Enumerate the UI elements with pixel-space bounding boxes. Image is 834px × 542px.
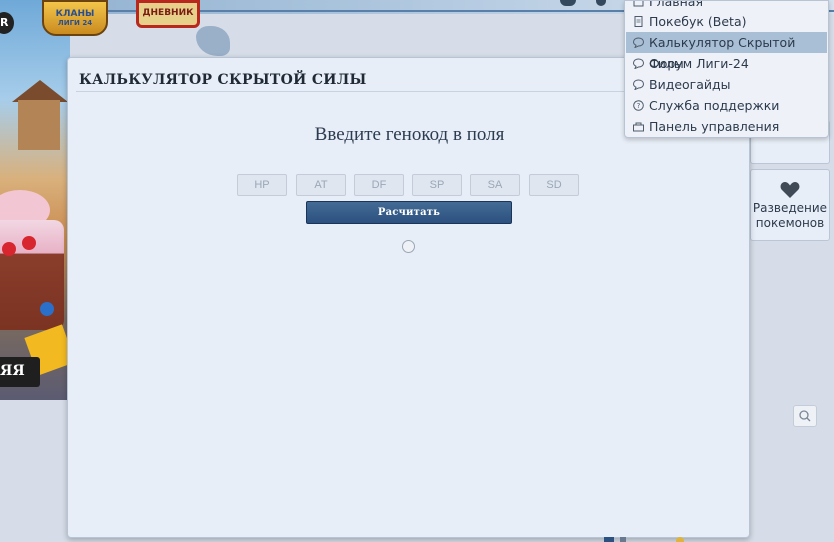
svg-text:?: ?	[637, 102, 641, 110]
bottom-indicator	[604, 537, 614, 542]
house-art	[18, 100, 60, 150]
menu-item-support[interactable]: ? Служба поддержки	[626, 95, 827, 116]
menu-item-hidden-power-calculator[interactable]: Калькулятор Скрытой Силы	[626, 32, 827, 71]
search-button[interactable]	[793, 405, 817, 427]
promo-banner-label[interactable]: ЯЯ	[0, 363, 40, 379]
menu-item-video-guides[interactable]: Видеогайды	[626, 74, 827, 95]
question-icon: ?	[633, 100, 644, 111]
search-icon	[799, 410, 811, 422]
at-input[interactable]: AT	[296, 174, 346, 196]
genecode-fields: HP AT DF SP SA SD	[237, 174, 587, 196]
menu-item-label: Главная	[649, 0, 703, 9]
clans-link-badge[interactable]: КЛАНЫ ЛИГИ 24	[42, 0, 108, 36]
menu-item-pokebook[interactable]: Покебук (Beta)	[626, 11, 827, 32]
calculate-button[interactable]: Расчитать	[306, 201, 512, 224]
sidebar-item-label: Разведение покемонов	[752, 201, 828, 230]
game-promo-art[interactable]	[0, 0, 70, 400]
clans-link-sublabel: ЛИГИ 24	[57, 19, 93, 27]
berry-art	[22, 236, 36, 250]
sa-input[interactable]: SA	[470, 174, 520, 196]
heart-icon	[780, 182, 800, 198]
berry-art	[2, 242, 16, 256]
menu-item-label: Служба поддержки	[649, 98, 780, 113]
hp-input[interactable]: HP	[237, 174, 287, 196]
menu-item-label: Покебук (Beta)	[649, 14, 747, 29]
menu-item-label: Видеогайды	[649, 77, 731, 92]
chat-bubble-icon	[633, 79, 644, 90]
main-menu-dropdown: Главная Покебук (Beta) Калькулятор Скрыт…	[624, 0, 829, 138]
menu-item-forum[interactable]: Форум Лиги-24	[626, 53, 827, 74]
dashboard-icon	[633, 122, 644, 132]
diary-link-label: ДНЕВНИК	[142, 8, 194, 18]
rank-badge-label: R	[0, 16, 9, 29]
dialog-title: КАЛЬКУЛЯТОР СКРЫТОЙ СИЛЫ	[79, 72, 367, 88]
wing-decoration-art	[196, 26, 230, 56]
sidebar-item-breeding[interactable]: Разведение покемонов	[750, 169, 830, 241]
menu-item-label: Панель управления	[649, 119, 780, 134]
home-icon	[633, 1, 644, 7]
chat-bubble-icon	[633, 58, 644, 69]
chat-bubble-icon	[633, 37, 644, 48]
menu-item-dashboard[interactable]: Панель управления	[626, 116, 827, 137]
document-icon	[634, 16, 643, 27]
sp-input[interactable]: SP	[412, 174, 462, 196]
bottom-indicator	[676, 537, 684, 542]
candy-art	[40, 302, 54, 316]
menu-item-label: Форум Лиги-24	[649, 56, 749, 71]
loading-indicator	[402, 240, 415, 253]
diary-link-badge[interactable]: ДНЕВНИК	[136, 0, 200, 28]
house-roof-art	[12, 80, 68, 102]
bottom-indicator	[620, 537, 626, 542]
df-input[interactable]: DF	[354, 174, 404, 196]
sd-input[interactable]: SD	[529, 174, 579, 196]
clans-link-label: КЛАНЫ	[55, 9, 95, 19]
